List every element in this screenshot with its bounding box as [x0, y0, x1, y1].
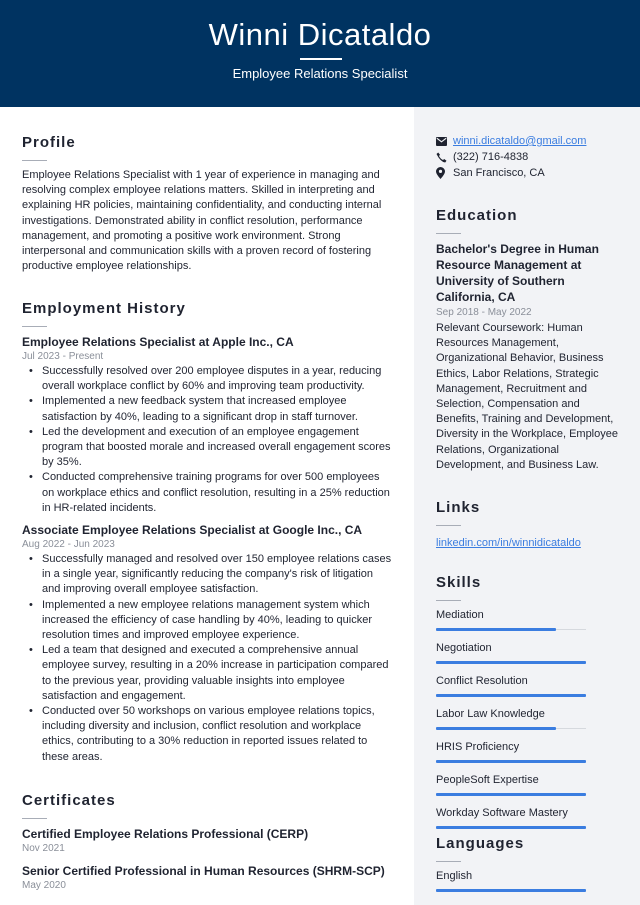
skill-level-bar: [436, 694, 586, 697]
job-bullet: Implemented a new employee relations man…: [29, 598, 392, 644]
contact-section: winni.dicataldo@gmail.com (322) 716-4838…: [436, 133, 621, 181]
level-fill: [436, 889, 586, 892]
phone-number: (322) 716-4838: [453, 151, 529, 163]
section-heading-education: Education: [436, 207, 518, 224]
skill-level-bar: [436, 826, 586, 829]
job-bullets: Successfully resolved over 200 employee …: [29, 364, 392, 516]
employment-section: Employment History Employee Relations Sp…: [22, 300, 392, 765]
contact-location: San Francisco, CA: [436, 165, 621, 181]
job-bullet: Implemented a new feedback system that i…: [29, 394, 392, 424]
profile-summary: Employee Relations Specialist with 1 yea…: [22, 169, 382, 273]
skill-item: HRIS Proficiency: [436, 740, 621, 763]
skills-list: Mediation Negotiation Conflict Resolution L…: [436, 608, 621, 829]
job-dates: Jul 2023 - Present: [22, 351, 104, 362]
section-divider: [436, 525, 461, 526]
skill-label: Workday Software Mastery: [436, 807, 568, 819]
job-bullet: Successfully resolved over 200 employee …: [29, 364, 392, 394]
header-divider: [300, 58, 342, 60]
certificate-name: Certified Employee Relations Professiona…: [22, 827, 309, 841]
job-bullet: Led the development and execution of an …: [29, 425, 392, 471]
section-heading-languages: Languages: [436, 835, 525, 852]
job-title: Employee Relations Specialist at Apple I…: [22, 335, 294, 349]
email-link[interactable]: winni.dicataldo@gmail.com: [453, 135, 586, 147]
candidate-title: Employee Relations Specialist: [232, 66, 408, 81]
section-divider: [436, 600, 461, 601]
section-divider: [436, 233, 461, 234]
section-heading-profile: Profile: [22, 134, 76, 151]
skill-item: Workday Software Mastery: [436, 806, 621, 829]
skill-level-bar: [436, 760, 586, 763]
section-divider: [22, 160, 47, 161]
skill-item: Labor Law Knowledge: [436, 707, 621, 730]
profile-section: Profile Employee Relations Specialist wi…: [22, 134, 392, 274]
location-text: San Francisco, CA: [453, 167, 545, 179]
section-heading-employment: Employment History: [22, 300, 186, 317]
skill-item: Mediation: [436, 608, 621, 631]
section-heading-certificates: Certificates: [22, 792, 116, 809]
section-divider: [436, 861, 461, 862]
skill-label: Labor Law Knowledge: [436, 708, 545, 720]
language-level-bar: [436, 889, 586, 892]
job-bullet: Conducted over 50 workshops on various e…: [29, 704, 392, 765]
certificates-section: Certificates Certified Employee Relation…: [22, 792, 392, 893]
job-bullets: Successfully managed and resolved over 1…: [29, 552, 392, 765]
section-divider: [22, 326, 47, 327]
skill-level-bar: [436, 628, 586, 631]
job-bullet: Successfully managed and resolved over 1…: [29, 552, 392, 598]
level-fill: [436, 826, 586, 829]
skill-item: Conflict Resolution: [436, 674, 621, 697]
contact-phone: (322) 716-4838: [436, 149, 621, 165]
certificate-name: Senior Certified Professional in Human R…: [22, 864, 385, 878]
language-item: English: [436, 869, 621, 892]
section-divider: [22, 818, 47, 819]
skill-level-bar: [436, 661, 586, 664]
map-pin-icon: [436, 167, 453, 179]
level-fill: [436, 727, 556, 730]
skills-section: Skills Mediation Negotiation Conflict Reso…: [436, 574, 621, 839]
level-fill: [436, 628, 556, 631]
phone-icon: [436, 152, 453, 163]
languages-section: Languages English: [436, 835, 621, 902]
contact-email: winni.dicataldo@gmail.com: [436, 133, 621, 149]
envelope-icon: [436, 136, 453, 146]
skill-item: PeopleSoft Expertise: [436, 773, 621, 796]
certificate-date: May 2020: [22, 880, 66, 891]
section-heading-links: Links: [436, 499, 481, 516]
linkedin-link[interactable]: linkedin.com/in/winnidicataldo: [436, 537, 581, 549]
job-title: Associate Employee Relations Specialist …: [22, 523, 363, 538]
level-fill: [436, 760, 586, 763]
skill-label: Negotiation: [436, 642, 492, 654]
education-description: Relevant Coursework: Human Resources Man…: [436, 322, 618, 471]
job-bullet: Conducted comprehensive training program…: [29, 470, 392, 516]
skill-level-bar: [436, 727, 586, 730]
job-entry: Employee Relations Specialist at Apple I…: [22, 334, 392, 516]
level-fill: [436, 694, 586, 697]
certificate-date: Nov 2021: [22, 843, 65, 854]
section-heading-skills: Skills: [436, 574, 482, 591]
skill-label: Mediation: [436, 609, 484, 621]
level-fill: [436, 661, 586, 664]
certificate-entry: Senior Certified Professional in Human R…: [22, 863, 392, 893]
language-label: English: [436, 870, 473, 882]
job-dates: Aug 2022 - Jun 2023: [22, 539, 115, 551]
level-fill: [436, 793, 586, 796]
education-section: Education Bachelor's Degree in Human Res…: [436, 207, 621, 473]
skill-label: HRIS Proficiency: [436, 741, 520, 753]
skill-label: Conflict Resolution: [436, 675, 528, 687]
candidate-name: Winni Dicataldo: [208, 17, 432, 52]
resume-header: Winni Dicataldo Employee Relations Speci…: [0, 0, 640, 107]
certificate-entry: Certified Employee Relations Professiona…: [22, 826, 392, 856]
degree-title: Bachelor's Degree in Human Resource Mana…: [436, 242, 599, 304]
skill-item: Negotiation: [436, 641, 621, 664]
languages-list: English: [436, 869, 621, 892]
skill-level-bar: [436, 793, 586, 796]
skill-label: PeopleSoft Expertise: [436, 774, 539, 786]
job-entry: Associate Employee Relations Specialist …: [22, 522, 392, 765]
job-bullet: Led a team that designed and executed a …: [29, 643, 392, 704]
education-dates: Sep 2018 - May 2022: [436, 307, 532, 318]
links-section: Links linkedin.com/in/winnidicataldo: [436, 499, 621, 551]
